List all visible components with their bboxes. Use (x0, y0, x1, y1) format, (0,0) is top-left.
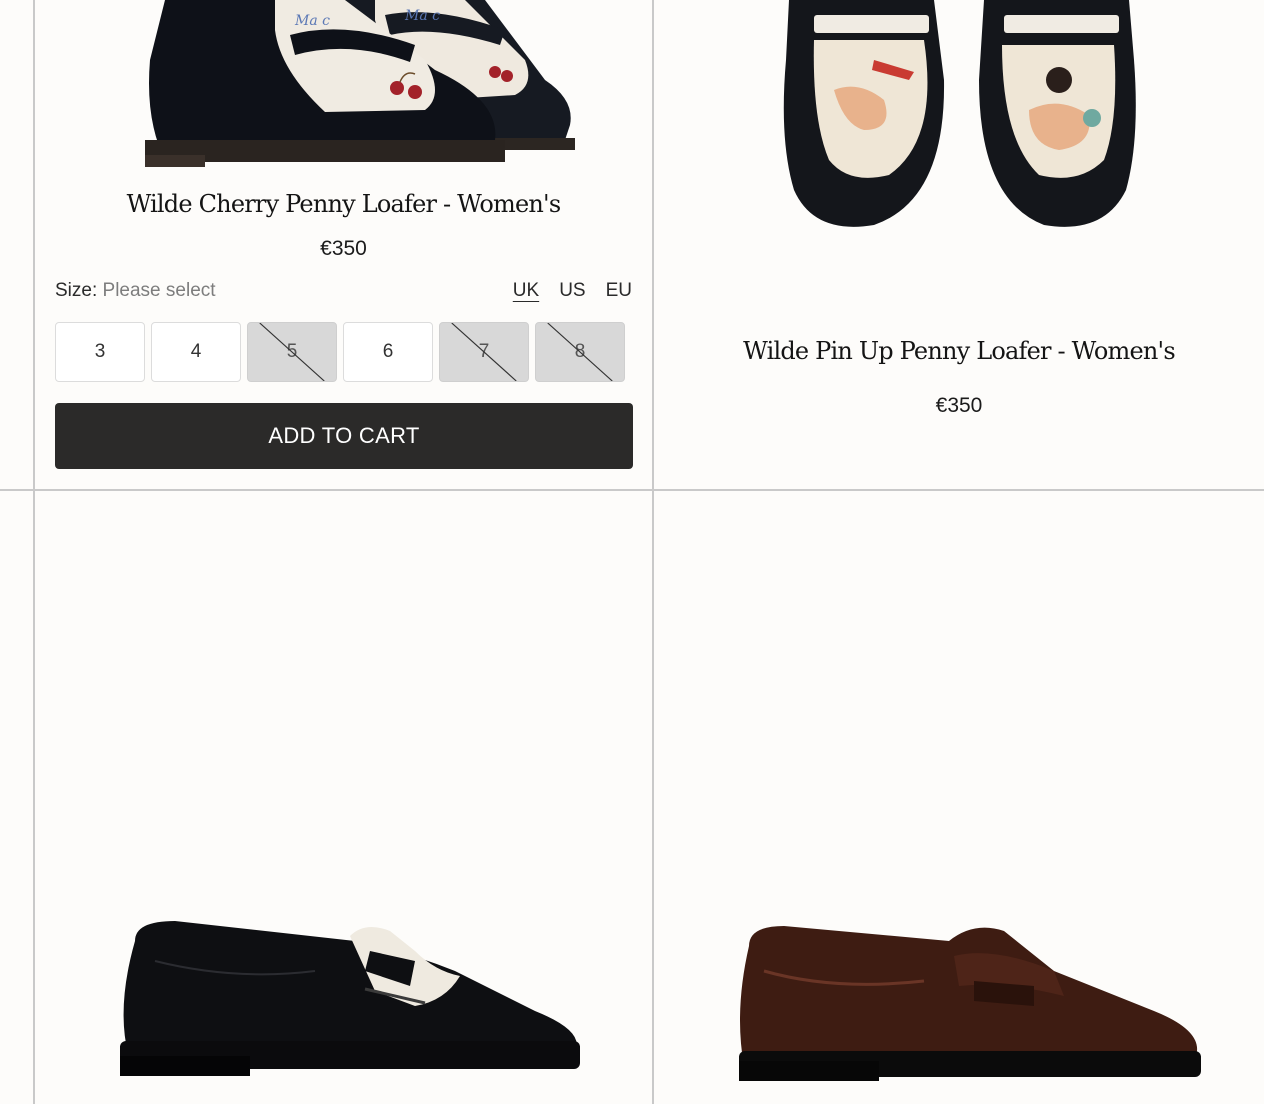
product-price: €350 (935, 394, 983, 417)
product-grid: Ma c Ma c Wilde Cherry Penny Loafer - Wo… (0, 0, 1264, 1104)
size-placeholder: Please select (102, 280, 216, 301)
size-options: 3 4 5 6 7 8 (55, 322, 625, 382)
size-option-label: 3 (94, 341, 106, 362)
unit-uk[interactable]: UK (513, 280, 539, 302)
product-card-pinup: Wilde Pin Up Penny Loafer - Women's €350 (654, 0, 1264, 489)
size-label: Size: Please select (55, 280, 216, 302)
size-option-8-unavailable[interactable]: 8 (535, 322, 625, 382)
unavailable-strike-icon (259, 323, 325, 381)
product-image-brown-loafer[interactable] (734, 911, 1204, 1086)
product-image-black-white-loafer[interactable] (115, 911, 585, 1081)
unavailable-strike-icon (547, 323, 613, 381)
svg-text:Ma c: Ma c (294, 13, 330, 29)
add-to-cart-button[interactable]: ADD TO CART (55, 403, 633, 469)
product-price: €350 (320, 237, 367, 260)
unit-eu[interactable]: EU (606, 280, 632, 302)
product-title[interactable]: Wilde Pin Up Penny Loafer - Women's (654, 337, 1264, 365)
unit-us[interactable]: US (559, 280, 585, 302)
product-image-pinup-loafer[interactable] (774, 0, 1154, 240)
size-label-text: Size: (55, 280, 98, 301)
unavailable-strike-icon (451, 323, 517, 381)
size-unit-toggle: UK US EU (513, 280, 632, 302)
size-selector-header: Size: Please select UK US EU (55, 280, 632, 306)
size-option-label: 6 (382, 341, 394, 362)
product-image-cherry-loafer[interactable]: Ma c Ma c (105, 0, 585, 170)
size-option-7-unavailable[interactable]: 7 (439, 322, 529, 382)
size-option-3[interactable]: 3 (55, 322, 145, 382)
size-option-5-unavailable[interactable]: 5 (247, 322, 337, 382)
size-option-4[interactable]: 4 (151, 322, 241, 382)
size-option-6[interactable]: 6 (343, 322, 433, 382)
product-card-black-white (35, 491, 652, 1104)
product-card-brown (654, 491, 1264, 1104)
product-title[interactable]: Wilde Cherry Penny Loafer - Women's (35, 190, 652, 218)
product-card-cherry: Ma c Ma c Wilde Cherry Penny Loafer - Wo… (35, 0, 652, 489)
size-option-label: 4 (190, 341, 202, 362)
svg-text:Ma c: Ma c (404, 8, 440, 24)
